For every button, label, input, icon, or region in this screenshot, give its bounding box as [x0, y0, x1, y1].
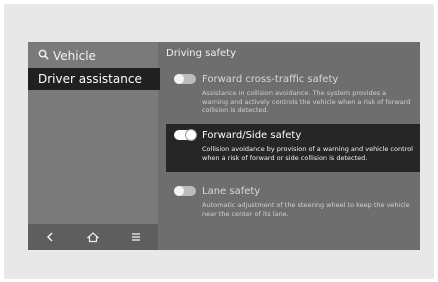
option-description: Assistance in collision avoidance. The s…	[202, 89, 411, 114]
option-lane-safety[interactable]: Lane safety Automatic adjustment of the …	[166, 180, 420, 222]
option-title: Forward/Side safety	[202, 129, 302, 141]
option-forward-side-safety[interactable]: Forward/Side safety Collision avoidance …	[166, 124, 420, 172]
option-forward-cross-traffic-safety[interactable]: Forward cross-traffic safety Assistance …	[166, 68, 420, 119]
search-icon	[38, 49, 49, 63]
option-description: Collision avoidance by provision of a wa…	[202, 145, 413, 162]
option-title: Forward cross-traffic safety	[202, 73, 339, 85]
section-title: Driving safety	[166, 48, 236, 59]
infotainment-screen: Vehicle Driver assistance Driving safety…	[28, 42, 420, 250]
option-description: Automatic adjustment of the steering whe…	[202, 201, 410, 218]
menu-icon[interactable]	[124, 227, 148, 247]
breadcrumb[interactable]: Vehicle	[38, 48, 96, 64]
breadcrumb-label: Vehicle	[53, 49, 96, 63]
toggle-switch[interactable]	[174, 74, 196, 84]
home-icon[interactable]	[81, 227, 105, 247]
sidebar-item-label: Driver assistance	[38, 72, 142, 86]
option-title: Lane safety	[202, 185, 261, 197]
toggle-switch[interactable]	[174, 130, 196, 140]
bottom-nav-bar	[28, 224, 158, 250]
sidebar: Vehicle Driver assistance	[28, 42, 160, 250]
sidebar-item-driver-assistance[interactable]: Driver assistance	[28, 68, 160, 90]
back-icon[interactable]	[38, 227, 62, 247]
toggle-switch[interactable]	[174, 186, 196, 196]
main-panel: Driving safety Forward cross-traffic saf…	[166, 42, 420, 250]
